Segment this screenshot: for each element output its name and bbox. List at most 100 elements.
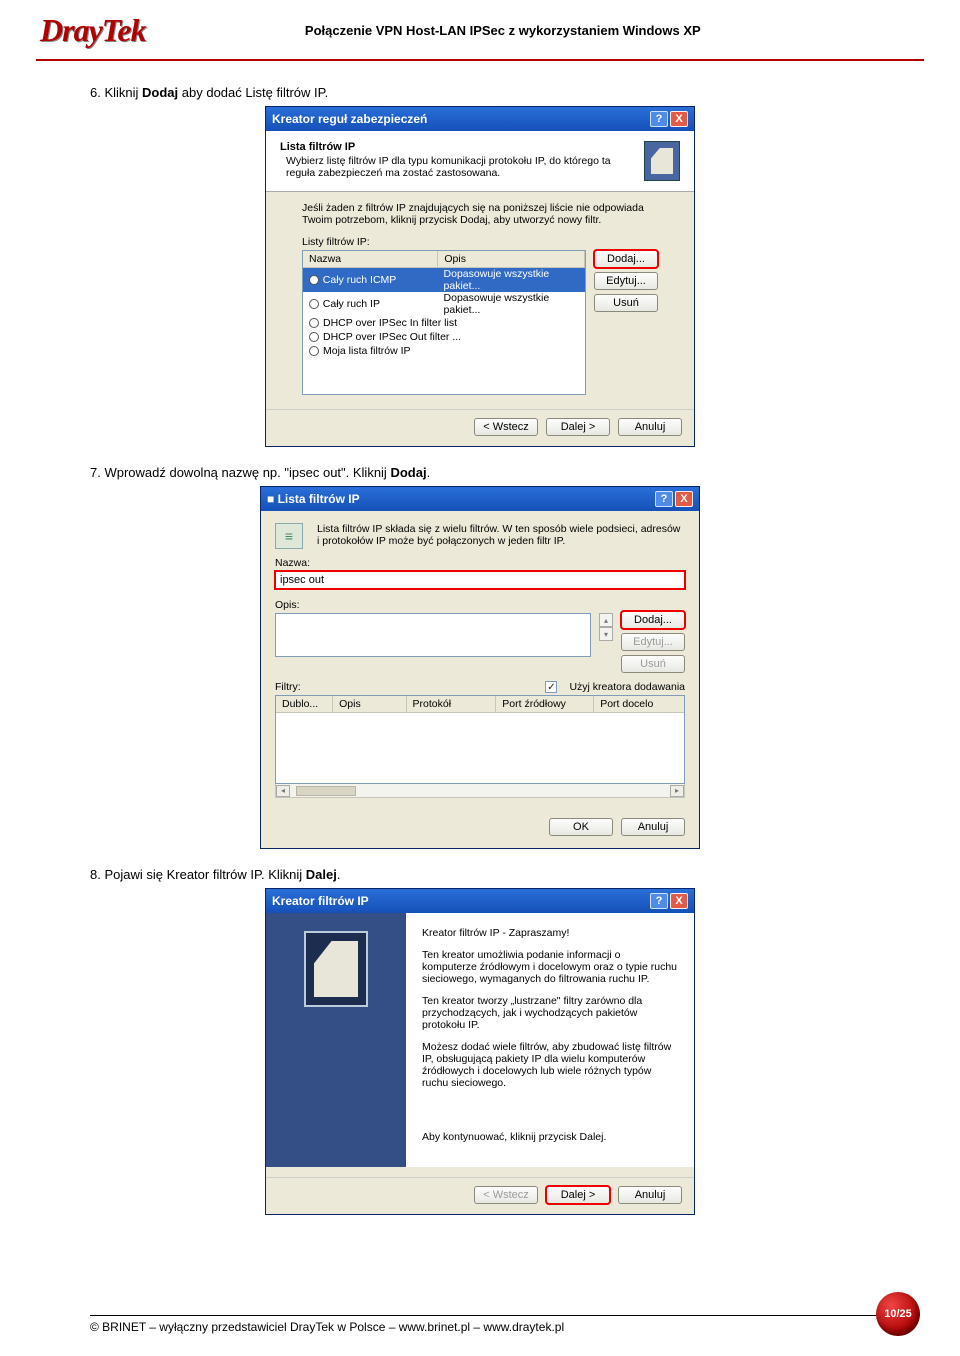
delete-button[interactable]: Usuń — [594, 294, 658, 312]
delete-button: Usuń — [621, 655, 685, 673]
titlebar-controls: ? X — [655, 491, 693, 507]
step-7: 7. Wprowadź dowolną nazwę np. "ipsec out… — [90, 465, 870, 480]
header-rule — [36, 59, 924, 61]
edit-button[interactable]: Edytuj... — [594, 272, 658, 290]
list-item[interactable]: Moja lista filtrów IP — [303, 344, 585, 358]
name-input[interactable]: ipsec out — [275, 571, 685, 589]
desc-label: Opis: — [275, 599, 613, 611]
help-icon[interactable]: ? — [650, 893, 668, 909]
desc-textarea[interactable] — [275, 613, 591, 657]
close-icon[interactable]: X — [675, 491, 693, 507]
scroll-left-icon[interactable]: ◂ — [276, 785, 290, 797]
dialog-wizard-welcome: Kreator filtrów IP ? X Kreator filtrów I… — [265, 888, 695, 1215]
add-button[interactable]: Dodaj... — [621, 611, 685, 629]
help-icon[interactable]: ? — [655, 491, 673, 507]
filters-listbox[interactable]: Dublo... Opis Protokół Port źródłowy Por… — [275, 695, 685, 784]
add-button[interactable]: Dodaj... — [594, 250, 658, 268]
row-desc: Dopasowuje wszystkie pakiet... — [444, 268, 585, 292]
titlebar-controls: ? X — [650, 893, 688, 909]
col-dst[interactable]: Port docelo — [594, 696, 684, 712]
next-button[interactable]: Dalej > — [546, 1186, 610, 1204]
filters-label: Filtry: — [275, 681, 537, 693]
edit-button: Edytuj... — [621, 633, 685, 651]
radio-icon[interactable] — [309, 318, 319, 328]
use-wizard-checkbox[interactable]: ✓ — [545, 681, 557, 693]
page-title: Połączenie VPN Host-LAN IPSec z wykorzys… — [146, 23, 920, 38]
titlebar-controls: ? X — [650, 111, 688, 127]
wizard-note: Jeśli żaden z filtrów IP znajdujących si… — [302, 202, 658, 226]
button-row: OK Anuluj — [275, 808, 685, 844]
radio-icon[interactable] — [309, 299, 319, 309]
radio-icon[interactable] — [309, 332, 319, 342]
list-item[interactable]: Cały ruch ICMP Dopasowuje wszystkie paki… — [303, 268, 585, 292]
titlebar[interactable]: Kreator filtrów IP ? X — [266, 889, 694, 913]
col-desc[interactable]: Opis — [333, 696, 406, 712]
row-name: DHCP over IPSec Out filter ... — [323, 331, 461, 343]
col-dup[interactable]: Dublo... — [276, 696, 333, 712]
side-buttons: Dodaj... Edytuj... Usuń — [594, 250, 658, 312]
button-row: < Wstecz Dalej > Anuluj — [266, 409, 694, 446]
row-desc: Dopasowuje wszystkie pakiet... — [444, 292, 585, 316]
wizard-head-sub: Wybierz listę filtrów IP dla typu komuni… — [286, 155, 634, 179]
row-name: Moja lista filtrów IP — [323, 345, 411, 357]
dialog-ip-filter-list: ■ Lista filtrów IP ? X ≡ Lista filtrów I… — [260, 486, 700, 849]
dialog-wizard-rules: Kreator reguł zabezpieczeń ? X Lista fil… — [265, 106, 695, 447]
side-buttons: Dodaj... Edytuj... Usuń — [621, 611, 685, 673]
horizontal-scrollbar[interactable]: ◂ ▸ — [275, 784, 685, 798]
list-label: Listy filtrów IP: — [302, 236, 658, 248]
close-icon[interactable]: X — [670, 111, 688, 127]
page-header: DrayTek Połączenie VPN Host-LAN IPSec z … — [0, 0, 960, 55]
page-number-badge: 10/25 — [876, 1292, 920, 1336]
scroll-thumb[interactable] — [296, 786, 356, 796]
welcome-p2: Ten kreator tworzy „lustrzane" filtry za… — [422, 995, 678, 1031]
step-6: 6. Kliknij Dodaj aby dodać Listę filtrów… — [90, 85, 870, 100]
scroll-down-icon[interactable]: ▾ — [599, 627, 613, 641]
dialog-title: Kreator reguł zabezpieczeń — [272, 112, 427, 126]
back-button: < Wstecz — [474, 1186, 538, 1204]
titlebar[interactable]: Kreator reguł zabezpieczeń ? X — [266, 107, 694, 131]
col-proto[interactable]: Protokół — [407, 696, 497, 712]
scroll-up-icon[interactable]: ▴ — [599, 613, 613, 627]
footer-text: © BRINET – wyłączny przedstawiciel DrayT… — [90, 1320, 564, 1334]
cancel-button[interactable]: Anuluj — [621, 818, 685, 836]
ok-button[interactable]: OK — [549, 818, 613, 836]
name-label: Nazwa: — [275, 557, 685, 569]
dialog-title: ■ Lista filtrów IP — [267, 492, 360, 506]
cancel-button[interactable]: Anuluj — [618, 1186, 682, 1204]
col-name[interactable]: Nazwa — [303, 251, 438, 267]
step8-bold: Dalej — [306, 867, 337, 882]
next-button[interactable]: Dalej > — [546, 418, 610, 436]
list-item[interactable]: DHCP over IPSec In filter list — [303, 316, 585, 330]
list-item[interactable]: DHCP over IPSec Out filter ... — [303, 330, 585, 344]
footer-rule — [90, 1315, 920, 1316]
cancel-button[interactable]: Anuluj — [618, 418, 682, 436]
row-name: DHCP over IPSec In filter list — [323, 317, 457, 329]
step7-suffix: . — [427, 465, 431, 480]
step6-bold: Dodaj — [142, 85, 178, 100]
use-wizard-label: Użyj kreatora dodawania — [569, 681, 685, 693]
welcome-p3: Możesz dodać wiele filtrów, aby zbudować… — [422, 1041, 678, 1089]
scroll-right-icon[interactable]: ▸ — [670, 785, 684, 797]
radio-icon[interactable] — [309, 275, 319, 285]
wizard-head-title: Lista filtrów IP — [280, 141, 634, 153]
help-icon[interactable]: ? — [650, 111, 668, 127]
close-icon[interactable]: X — [670, 893, 688, 909]
row-name: Cały ruch ICMP — [323, 274, 444, 286]
list-icon: ≡ — [275, 523, 303, 549]
step-8: 8. Pojawi się Kreator filtrów IP. Klikni… — [90, 867, 870, 882]
row-name: Cały ruch IP — [323, 298, 444, 310]
welcome-p4: Aby kontynuować, kliknij przycisk Dalej. — [422, 1131, 678, 1143]
welcome-body: Kreator filtrów IP - Zapraszamy! Ten kre… — [406, 913, 694, 1167]
titlebar[interactable]: ■ Lista filtrów IP ? X — [261, 487, 699, 511]
dialog-desc: Lista filtrów IP składa się z wielu filt… — [317, 523, 685, 547]
col-desc[interactable]: Opis — [438, 251, 585, 267]
list-item[interactable]: Cały ruch IP Dopasowuje wszystkie pakiet… — [303, 292, 585, 316]
page-footer: © BRINET – wyłączny przedstawiciel DrayT… — [0, 1311, 960, 1334]
button-row: < Wstecz Dalej > Anuluj — [266, 1177, 694, 1214]
radio-icon[interactable] — [309, 346, 319, 356]
textarea-scroll[interactable]: ▴ ▾ — [599, 613, 613, 641]
col-src[interactable]: Port źródłowy — [496, 696, 594, 712]
list-header: Dublo... Opis Protokół Port źródłowy Por… — [276, 696, 684, 713]
back-button[interactable]: < Wstecz — [474, 418, 538, 436]
ip-filter-listbox[interactable]: Nazwa Opis Cały ruch ICMP Dopasowuje wsz… — [302, 250, 586, 395]
